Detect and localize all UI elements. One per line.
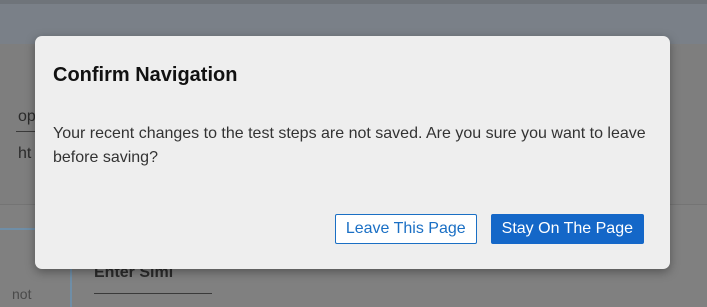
background-field-underline [16, 131, 36, 132]
dialog-message: Your recent changes to the test steps ar… [53, 125, 646, 166]
dialog-title: Confirm Navigation [53, 64, 238, 86]
background-field-value: ht [18, 145, 32, 162]
background-left-text: not [12, 286, 32, 302]
page-root: op ht Enter Siml not Confirm Navigation … [0, 0, 707, 307]
confirm-navigation-dialog: Confirm Navigation Your recent changes t… [35, 36, 670, 269]
dialog-actions: Leave This Page Stay On The Page [334, 214, 644, 244]
background-panel-border [0, 228, 36, 230]
stay-on-page-button[interactable]: Stay On The Page [490, 214, 644, 244]
leave-page-button[interactable]: Leave This Page [334, 214, 477, 244]
background-field-label: op [18, 108, 36, 125]
background-enter-underline [94, 293, 212, 294]
